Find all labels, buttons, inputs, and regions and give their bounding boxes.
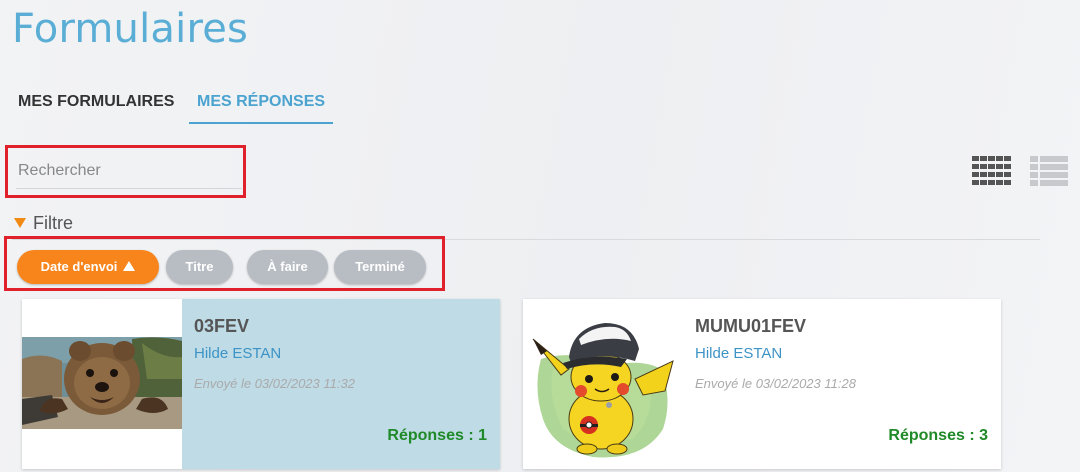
card-info-panel: MUMU01FEV Hilde ESTAN Envoyé le 03/02/20…	[683, 299, 1001, 469]
quokka-photo-image	[22, 299, 182, 469]
sort-chips-highlight-box: Date d'envoi Titre À faire Terminé	[4, 236, 445, 291]
sort-chip-a-faire[interactable]: À faire	[247, 250, 328, 284]
form-response-card[interactable]: MUMU01FEV Hilde ESTAN Envoyé le 03/02/20…	[523, 299, 1001, 469]
card-response-count: Réponses : 3	[888, 427, 988, 444]
filter-label: Filtre	[33, 213, 73, 233]
pikachu-illustration-image	[523, 299, 683, 469]
sort-chip-titre[interactable]: Titre	[166, 250, 233, 284]
page-title: Formulaires	[12, 6, 249, 52]
caret-down-icon	[14, 218, 26, 228]
grid-view-icon[interactable]	[972, 156, 1014, 185]
search-input[interactable]	[16, 154, 242, 189]
card-title: 03FEV	[194, 316, 250, 336]
card-date: Envoyé le 03/02/2023 11:28	[695, 376, 856, 391]
list-view-icon[interactable]	[1030, 156, 1068, 186]
search-highlight-box	[5, 145, 246, 198]
card-author: Hilde ESTAN	[695, 345, 783, 362]
tab-mes-reponses[interactable]: MES RÉPONSES	[189, 86, 334, 124]
card-date: Envoyé le 03/02/2023 11:32	[194, 376, 355, 391]
tab-mes-formulaires[interactable]: MES FORMULAIRES	[18, 86, 174, 122]
sort-ascending-icon	[123, 261, 136, 271]
sort-chip-label: Date d'envoi	[40, 259, 118, 274]
sort-chip-termine[interactable]: Terminé	[334, 250, 426, 284]
card-thumbnail	[22, 299, 182, 469]
card-author: Hilde ESTAN	[194, 345, 282, 362]
sort-chip-date-envoi[interactable]: Date d'envoi	[17, 250, 159, 284]
form-response-card[interactable]: 03FEV Hilde ESTAN Envoyé le 03/02/2023 1…	[22, 299, 500, 469]
card-title: MUMU01FEV	[695, 316, 807, 336]
card-info-panel: 03FEV Hilde ESTAN Envoyé le 03/02/2023 1…	[182, 299, 500, 469]
card-thumbnail	[523, 299, 683, 469]
card-response-count: Réponses : 1	[387, 427, 487, 444]
